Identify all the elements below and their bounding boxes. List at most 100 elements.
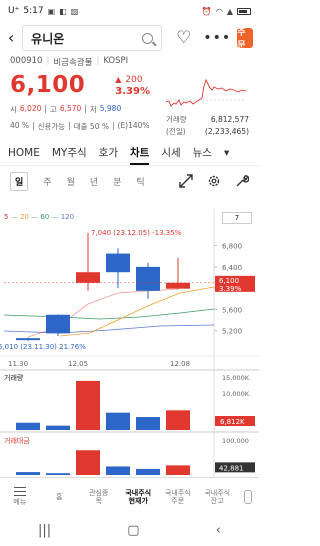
tab-home[interactable]: HOME bbox=[8, 147, 40, 159]
high-annotation: 7,040 (23.12.05) -13.35% bbox=[91, 229, 182, 237]
gallery-icon: ▨ bbox=[70, 6, 79, 16]
tab-chart[interactable]: 차트 bbox=[129, 145, 150, 165]
message-icon: ▣ bbox=[47, 6, 56, 16]
volume-bar bbox=[106, 412, 130, 430]
volume-tick-label: 10,000K bbox=[222, 390, 250, 398]
back-arrow-icon[interactable]: ‹ bbox=[6, 22, 16, 54]
stock-summary: 000910 | 비금속광물 | KOSPI 6,100 ▲ 200 3.39% … bbox=[0, 54, 259, 140]
prev-volume-value: (2,233,465) bbox=[204, 127, 249, 136]
chart-canvas[interactable]: 6,8006,4006,0005,6005,2007,040 (23.12.05… bbox=[0, 209, 259, 477]
nav-domestic-order[interactable]: 국내주식주문 bbox=[158, 478, 198, 515]
candle-body bbox=[166, 282, 190, 289]
volume-tick-label: 15,000K bbox=[222, 374, 250, 382]
candle-body bbox=[16, 338, 40, 341]
margin-rate: 40 % bbox=[10, 121, 30, 130]
trade-amount-bar bbox=[16, 472, 40, 475]
credit-label: 신용가능 bbox=[37, 122, 66, 131]
change-percent: 3.39% bbox=[115, 86, 150, 97]
change-amount: 200 bbox=[125, 75, 143, 85]
volume-bar bbox=[166, 410, 190, 430]
nav-domestic-balance[interactable]: 국내주식잔고 bbox=[198, 478, 238, 515]
order-button[interactable]: 주문 bbox=[237, 28, 253, 51]
volume-label-group: 거래량 (전일) bbox=[166, 115, 187, 136]
high-price: 6,570 bbox=[59, 104, 82, 113]
home-icon[interactable]: ▢ bbox=[127, 523, 139, 538]
nav-domestic-current-price[interactable]: 국내주식현재가 bbox=[119, 478, 159, 515]
period-minute[interactable]: 분 bbox=[113, 175, 121, 188]
status-bar: U⁺ 5:17 ▣ ◧ ▨ ⏰ ◠ ▲ bbox=[0, 0, 259, 22]
nav-menu[interactable]: 메뉴 bbox=[0, 478, 40, 515]
trade-amount-bar bbox=[166, 465, 190, 475]
period-tick[interactable]: 틱 bbox=[136, 175, 144, 188]
low-annotation: 5,010 (23.11.30) 21.76% bbox=[0, 343, 86, 351]
bottom-navigation: 메뉴 홈 관심종목 국내주식현재가 국내주식주문 국내주식잔고 bbox=[0, 477, 259, 515]
ma-120-line bbox=[3, 324, 215, 334]
carrier-label: U⁺ bbox=[8, 6, 20, 16]
y-tick-label: 6,400 bbox=[222, 264, 242, 272]
clock: 5:17 bbox=[23, 6, 44, 16]
gear-icon[interactable] bbox=[207, 174, 221, 188]
ma-5-label: 5 bbox=[4, 213, 9, 221]
trade-amount-bar bbox=[46, 473, 70, 475]
section-tabs: HOME MY주식 호가 차트 시세 뉴스 ▾ bbox=[0, 140, 259, 166]
trade-amount-bar bbox=[106, 466, 130, 475]
search-icon[interactable] bbox=[142, 32, 154, 44]
trade-amount-bar bbox=[136, 468, 160, 475]
favorite-heart-icon[interactable]: ♡ bbox=[176, 28, 191, 48]
volume-values: 6,812,577 (2,233,465) bbox=[205, 114, 249, 138]
period-selector: 일 주 월 년 분 틱 bbox=[0, 166, 259, 196]
y-tick-label: 6,800 bbox=[222, 243, 242, 251]
low-price: 5,980 bbox=[99, 104, 122, 113]
period-week[interactable]: 주 bbox=[43, 175, 51, 188]
stock-search-box[interactable]: 유니온 bbox=[22, 25, 163, 51]
expand-icon[interactable] bbox=[179, 174, 193, 188]
trade-amount-tick-label: 100,000 bbox=[222, 437, 249, 445]
trade-amount-current-value: 42,881 bbox=[219, 464, 244, 472]
period-day[interactable]: 일 bbox=[10, 171, 29, 191]
ma-60-line bbox=[3, 308, 215, 320]
period-count-box[interactable]: 7 bbox=[222, 212, 252, 224]
tab-news[interactable]: 뉴스 bbox=[193, 145, 212, 160]
tab-quote[interactable]: 호가 bbox=[99, 145, 118, 160]
stock-sector: 비금속광물 bbox=[53, 58, 93, 68]
price-chart[interactable]: 6,8006,4006,0005,6005,2007,040 (23.12.05… bbox=[0, 209, 259, 477]
y-tick-label: 5,600 bbox=[222, 306, 242, 314]
volume-bar bbox=[46, 425, 70, 430]
stock-code: 000910 bbox=[10, 56, 43, 66]
tabs-more-icon[interactable]: ▾ bbox=[224, 147, 229, 159]
tab-my-stock[interactable]: MY주식 bbox=[52, 145, 87, 160]
stock-meta-line: 000910 | 비금속광물 | KOSPI bbox=[10, 56, 129, 68]
current-price: 6,100 bbox=[10, 72, 86, 98]
period-year[interactable]: 년 bbox=[90, 175, 98, 188]
up-arrow-icon: ▲ bbox=[115, 75, 122, 84]
intraday-mini-chart bbox=[166, 78, 246, 107]
loan-label: 대출 50 % bbox=[73, 122, 109, 131]
stock-name: 유니온 bbox=[31, 31, 65, 46]
wifi-icon: ◠ bbox=[215, 6, 223, 16]
e-label: (E)140% bbox=[117, 121, 150, 130]
signal-icon: ▲ bbox=[226, 6, 233, 16]
system-navigation-bar: ||| ▢ ‹ bbox=[0, 515, 259, 546]
app-icon: ◧ bbox=[59, 6, 67, 16]
stock-header: ‹ 유니온 ♡ ••• 주문 bbox=[0, 22, 259, 54]
volume-current-value: 6,812K bbox=[220, 418, 245, 426]
tab-price[interactable]: 시세 bbox=[161, 145, 180, 160]
candle-body bbox=[106, 253, 130, 273]
price-change: ▲ 200 3.39% bbox=[115, 74, 150, 98]
x-tick-label: 12.05 bbox=[68, 360, 88, 368]
period-month[interactable]: 월 bbox=[67, 175, 75, 188]
candle-body bbox=[136, 266, 160, 291]
ma-legend: 5 — 20 — 60 — 120 bbox=[4, 213, 75, 221]
ma-120-label: 120 bbox=[60, 213, 75, 221]
nav-scroll[interactable] bbox=[237, 478, 259, 515]
nav-home[interactable]: 홈 bbox=[40, 478, 80, 515]
nav-watchlist[interactable]: 관심종목 bbox=[79, 478, 119, 515]
current-price-tag-pct: 3.39% bbox=[219, 285, 242, 293]
back-icon[interactable]: ‹ bbox=[216, 523, 221, 538]
wrench-icon[interactable] bbox=[235, 174, 249, 188]
volume-title: 거래량 bbox=[4, 373, 24, 382]
trade-amount-bar bbox=[76, 450, 100, 475]
recent-apps-icon[interactable]: ||| bbox=[38, 523, 51, 538]
hamburger-icon bbox=[13, 487, 26, 496]
more-menu-icon[interactable]: ••• bbox=[203, 30, 231, 46]
